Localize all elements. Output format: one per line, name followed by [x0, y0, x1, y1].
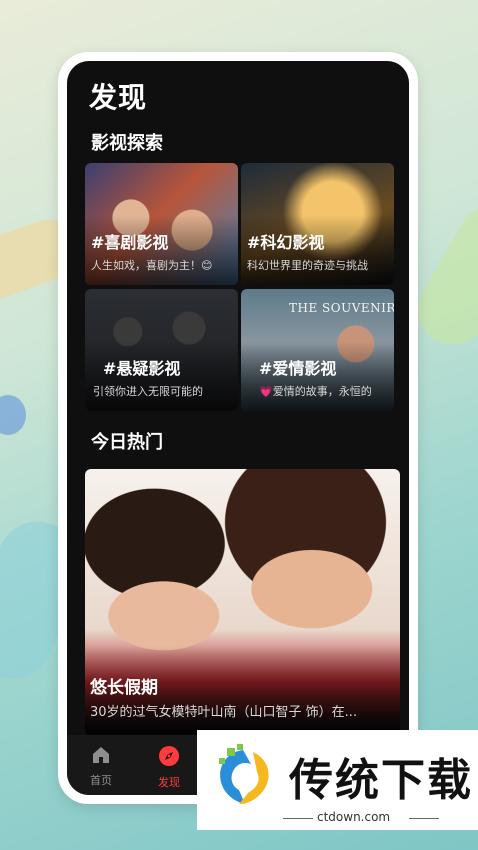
home-icon	[93, 747, 109, 763]
poster-title: THE SOUVENIR	[289, 301, 394, 315]
hot-item-description: 30岁的过气女模特叶山南（山口智子 饰）在...	[90, 705, 358, 720]
hot-item-title[interactable]: 悠长假期	[90, 673, 158, 698]
category-card-scifi[interactable]: #科幻影视 科幻世界里的奇迹与挑战	[241, 163, 394, 285]
tab-home[interactable]: 首页	[71, 745, 131, 788]
page-title: 发现	[89, 81, 148, 114]
watermark-divider	[409, 818, 439, 819]
app-screen: 发现 影视探索 #喜剧影视 人生如戏，喜剧为主！😊 #科幻影视 科幻世界里的奇迹…	[67, 61, 409, 795]
watermark-logo-icon	[219, 744, 269, 804]
card-title: #爱情影视	[259, 359, 337, 378]
tab-label: 发现	[158, 776, 180, 789]
phone-frame: 发现 影视探索 #喜剧影视 人生如戏，喜剧为主！😊 #科幻影视 科幻世界里的奇迹…	[58, 52, 418, 804]
watermark-url: ctdown.com	[317, 810, 391, 824]
card-title: #科幻影视	[247, 233, 325, 252]
tab-label: 首页	[90, 774, 112, 787]
card-title: #喜剧影视	[91, 233, 169, 252]
card-title: #悬疑影视	[103, 359, 181, 378]
card-subtitle: 人生如戏，喜剧为主！😊	[91, 259, 213, 272]
watermark-text: 传统下载	[289, 755, 473, 806]
card-subtitle: 💗爱情的故事，永恒的	[259, 385, 372, 398]
card-subtitle: 引领你进入无限可能的	[93, 385, 203, 398]
category-card-romance[interactable]: THE SOUVENIR #爱情影视 💗爱情的故事，永恒的	[241, 289, 394, 411]
card-subtitle: 科幻世界里的奇迹与挑战	[247, 259, 368, 272]
compass-icon	[159, 746, 179, 766]
background-decoration	[0, 395, 26, 435]
watermark-divider	[283, 818, 313, 819]
tab-discover[interactable]: 发现	[139, 745, 199, 790]
watermark-banner: 传统下载 ctdown.com	[197, 730, 478, 830]
category-card-suspense[interactable]: #悬疑影视 引领你进入无限可能的	[85, 289, 238, 411]
category-card-comedy[interactable]: #喜剧影视 人生如戏，喜剧为主！😊	[85, 163, 238, 285]
hot-section-title: 今日热门	[91, 432, 163, 453]
explore-section-title: 影视探索	[91, 133, 163, 154]
